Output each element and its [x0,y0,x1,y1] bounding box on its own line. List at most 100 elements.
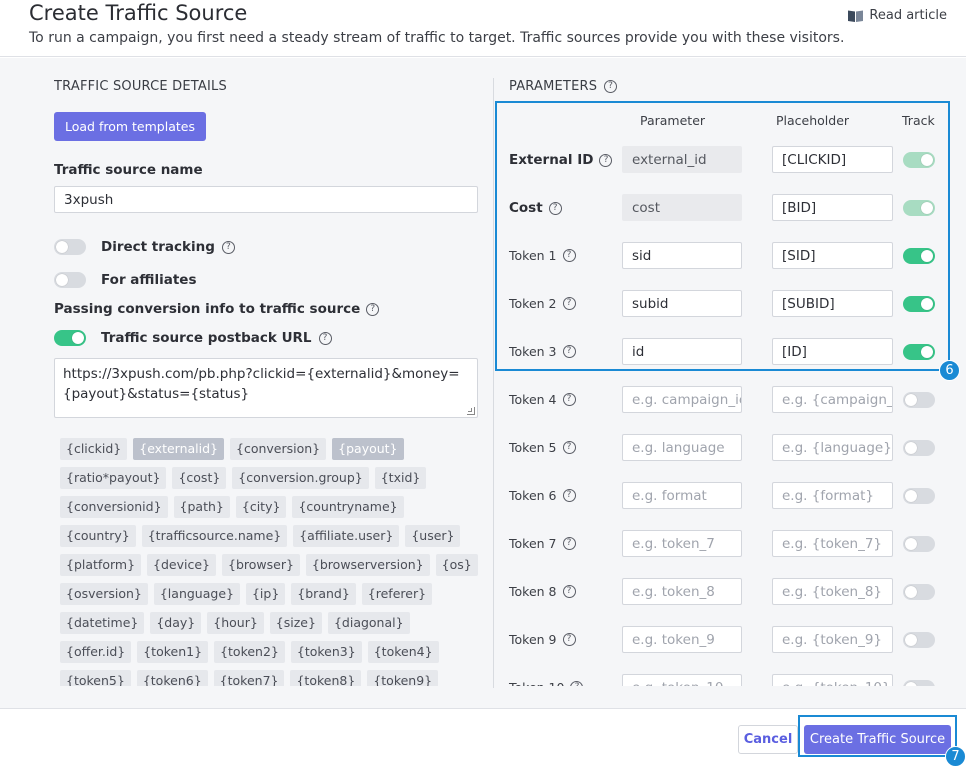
track-toggle[interactable] [903,248,935,264]
parameter-input[interactable]: sid [622,242,742,269]
placeholder-tag[interactable]: {token4} [367,641,439,663]
placeholder-tag[interactable]: {ip} [245,583,286,605]
placeholder-tag[interactable]: {brand} [291,583,356,605]
placeholder-tag[interactable]: {cost} [172,467,227,489]
placeholder-tag[interactable]: {os} [435,554,478,576]
cancel-button[interactable]: Cancel [738,725,798,754]
placeholder-input[interactable]: e.g. {token_10} [772,674,893,686]
postback-url-textarea[interactable]: https://3xpush.com/pb.php?clickid={exter… [54,358,478,418]
load-from-templates-button[interactable]: Load from templates [54,112,206,141]
placeholder-tag[interactable]: {countryname} [292,496,404,518]
placeholder-input[interactable]: e.g. {language} [772,434,893,461]
parameter-input[interactable]: e.g. token_7 [622,530,742,557]
placeholder-tag[interactable]: {payout} [332,438,404,460]
placeholder-input[interactable]: [BID] [772,194,893,221]
placeholder-tag[interactable]: {referer} [361,583,433,605]
placeholder-tag[interactable]: {city} [235,496,287,518]
placeholder-input[interactable]: e.g. {token_9} [772,626,893,653]
placeholder-tag[interactable]: {path} [173,496,230,518]
placeholder-tag[interactable]: {trafficsource.name} [141,525,288,547]
placeholder-tag[interactable]: {conversion.group} [232,467,369,489]
parameter-help-icon[interactable]: ? [562,393,576,406]
placeholder-tag[interactable]: {txid} [374,467,427,489]
parameter-input[interactable]: id [622,338,742,365]
placeholder-tag[interactable]: {platform} [60,554,142,576]
placeholder-input[interactable]: e.g. {token_7} [772,530,893,557]
create-traffic-source-button[interactable]: Create Traffic Source [804,725,951,754]
parameter-help-icon[interactable]: ? [562,585,576,598]
parameter-help-icon[interactable]: ? [562,297,576,310]
placeholder-tag[interactable]: {device} [147,554,216,576]
parameter-help-icon[interactable]: ? [570,681,584,686]
placeholder-input[interactable]: [ID] [772,338,893,365]
placeholder-tag[interactable]: {token6} [136,670,208,686]
parameter-help-icon[interactable]: ? [548,201,562,215]
placeholder-tag[interactable]: {ratio*payout} [60,467,167,489]
track-toggle[interactable] [903,680,935,686]
parameter-help-icon[interactable]: ? [599,153,613,167]
placeholder-tag[interactable]: {token7} [213,670,285,686]
direct-tracking-help-icon[interactable]: ? [221,240,235,254]
placeholder-tag[interactable]: {size} [269,612,322,634]
placeholder-input[interactable]: [SUBID] [772,290,893,317]
placeholder-tag[interactable]: {conversionid} [60,496,168,518]
parameter-help-icon[interactable]: ? [562,489,576,502]
track-toggle[interactable] [903,536,935,552]
parameters-help-icon[interactable]: ? [604,80,618,93]
parameter-input[interactable]: e.g. token_9 [622,626,742,653]
placeholder-input[interactable]: [CLICKID] [772,146,893,173]
placeholder-input[interactable]: e.g. {campaign_i [772,386,893,413]
parameter-input[interactable]: e.g. campaign_ic [622,386,742,413]
track-toggle[interactable] [903,296,935,312]
parameter-input[interactable]: e.g. token_10 [622,674,742,686]
placeholder-tag[interactable]: {diagonal} [327,612,410,634]
parameter-help-icon[interactable]: ? [562,345,576,358]
placeholder-tag[interactable]: {language} [153,583,240,605]
placeholder-tag[interactable]: {token2} [214,641,285,663]
parameter-input[interactable]: e.g. language [622,434,742,461]
track-toggle[interactable] [903,440,935,456]
track-toggle[interactable] [903,488,935,504]
direct-tracking-toggle[interactable] [54,239,86,255]
track-toggle[interactable] [903,344,935,360]
placeholder-tag[interactable]: {affiliate.user} [293,525,400,547]
parameter-help-icon[interactable]: ? [562,249,576,262]
traffic-source-name-input[interactable]: 3xpush [54,186,478,213]
passing-conversion-help-icon[interactable]: ? [366,302,380,316]
placeholder-tag[interactable]: {token3} [290,641,362,663]
placeholder-tag[interactable]: {externalid} [133,438,224,460]
placeholder-tag[interactable]: {browserversion} [305,554,430,576]
track-toggle[interactable] [903,632,935,648]
placeholder-tag[interactable]: {datetime} [60,612,145,634]
parameter-help-icon[interactable]: ? [562,537,576,550]
placeholder-tag[interactable]: {offer.id} [60,641,132,663]
parameter-help-icon[interactable]: ? [562,633,576,646]
page-title: Create Traffic Source [29,1,248,25]
track-toggle[interactable] [903,584,935,600]
postback-url-help-icon[interactable]: ? [318,331,332,345]
placeholder-tag[interactable]: {token5} [60,670,131,686]
placeholder-tag[interactable]: {day} [150,612,202,634]
placeholder-tag[interactable]: {browser} [222,554,300,576]
placeholder-tag[interactable]: {token8} [290,670,362,686]
parameter-input[interactable]: e.g. format [622,482,742,509]
parameter-input[interactable]: e.g. token_8 [622,578,742,605]
placeholder-tag[interactable]: {hour} [207,612,264,634]
placeholder-input[interactable]: [SID] [772,242,893,269]
placeholder-tag[interactable]: {clickid} [60,438,128,460]
placeholder-tag[interactable]: {token9} [367,670,439,686]
read-article-link[interactable]: Read article [847,8,947,23]
postback-url-toggle[interactable] [54,330,86,346]
placeholder-tag[interactable]: {conversion} [230,438,327,460]
placeholder-input[interactable]: e.g. {token_8} [772,578,893,605]
placeholder-tag[interactable]: {osversion} [60,583,148,605]
resize-handle-icon[interactable] [467,407,475,415]
track-toggle[interactable] [903,392,935,408]
placeholder-tag[interactable]: {country} [60,525,136,547]
placeholder-tag[interactable]: {token1} [137,641,209,663]
parameter-input[interactable]: subid [622,290,742,317]
placeholder-tag[interactable]: {user} [405,525,461,547]
placeholder-input[interactable]: e.g. {format} [772,482,893,509]
for-affiliates-toggle[interactable] [54,272,86,288]
parameter-help-icon[interactable]: ? [562,441,576,454]
